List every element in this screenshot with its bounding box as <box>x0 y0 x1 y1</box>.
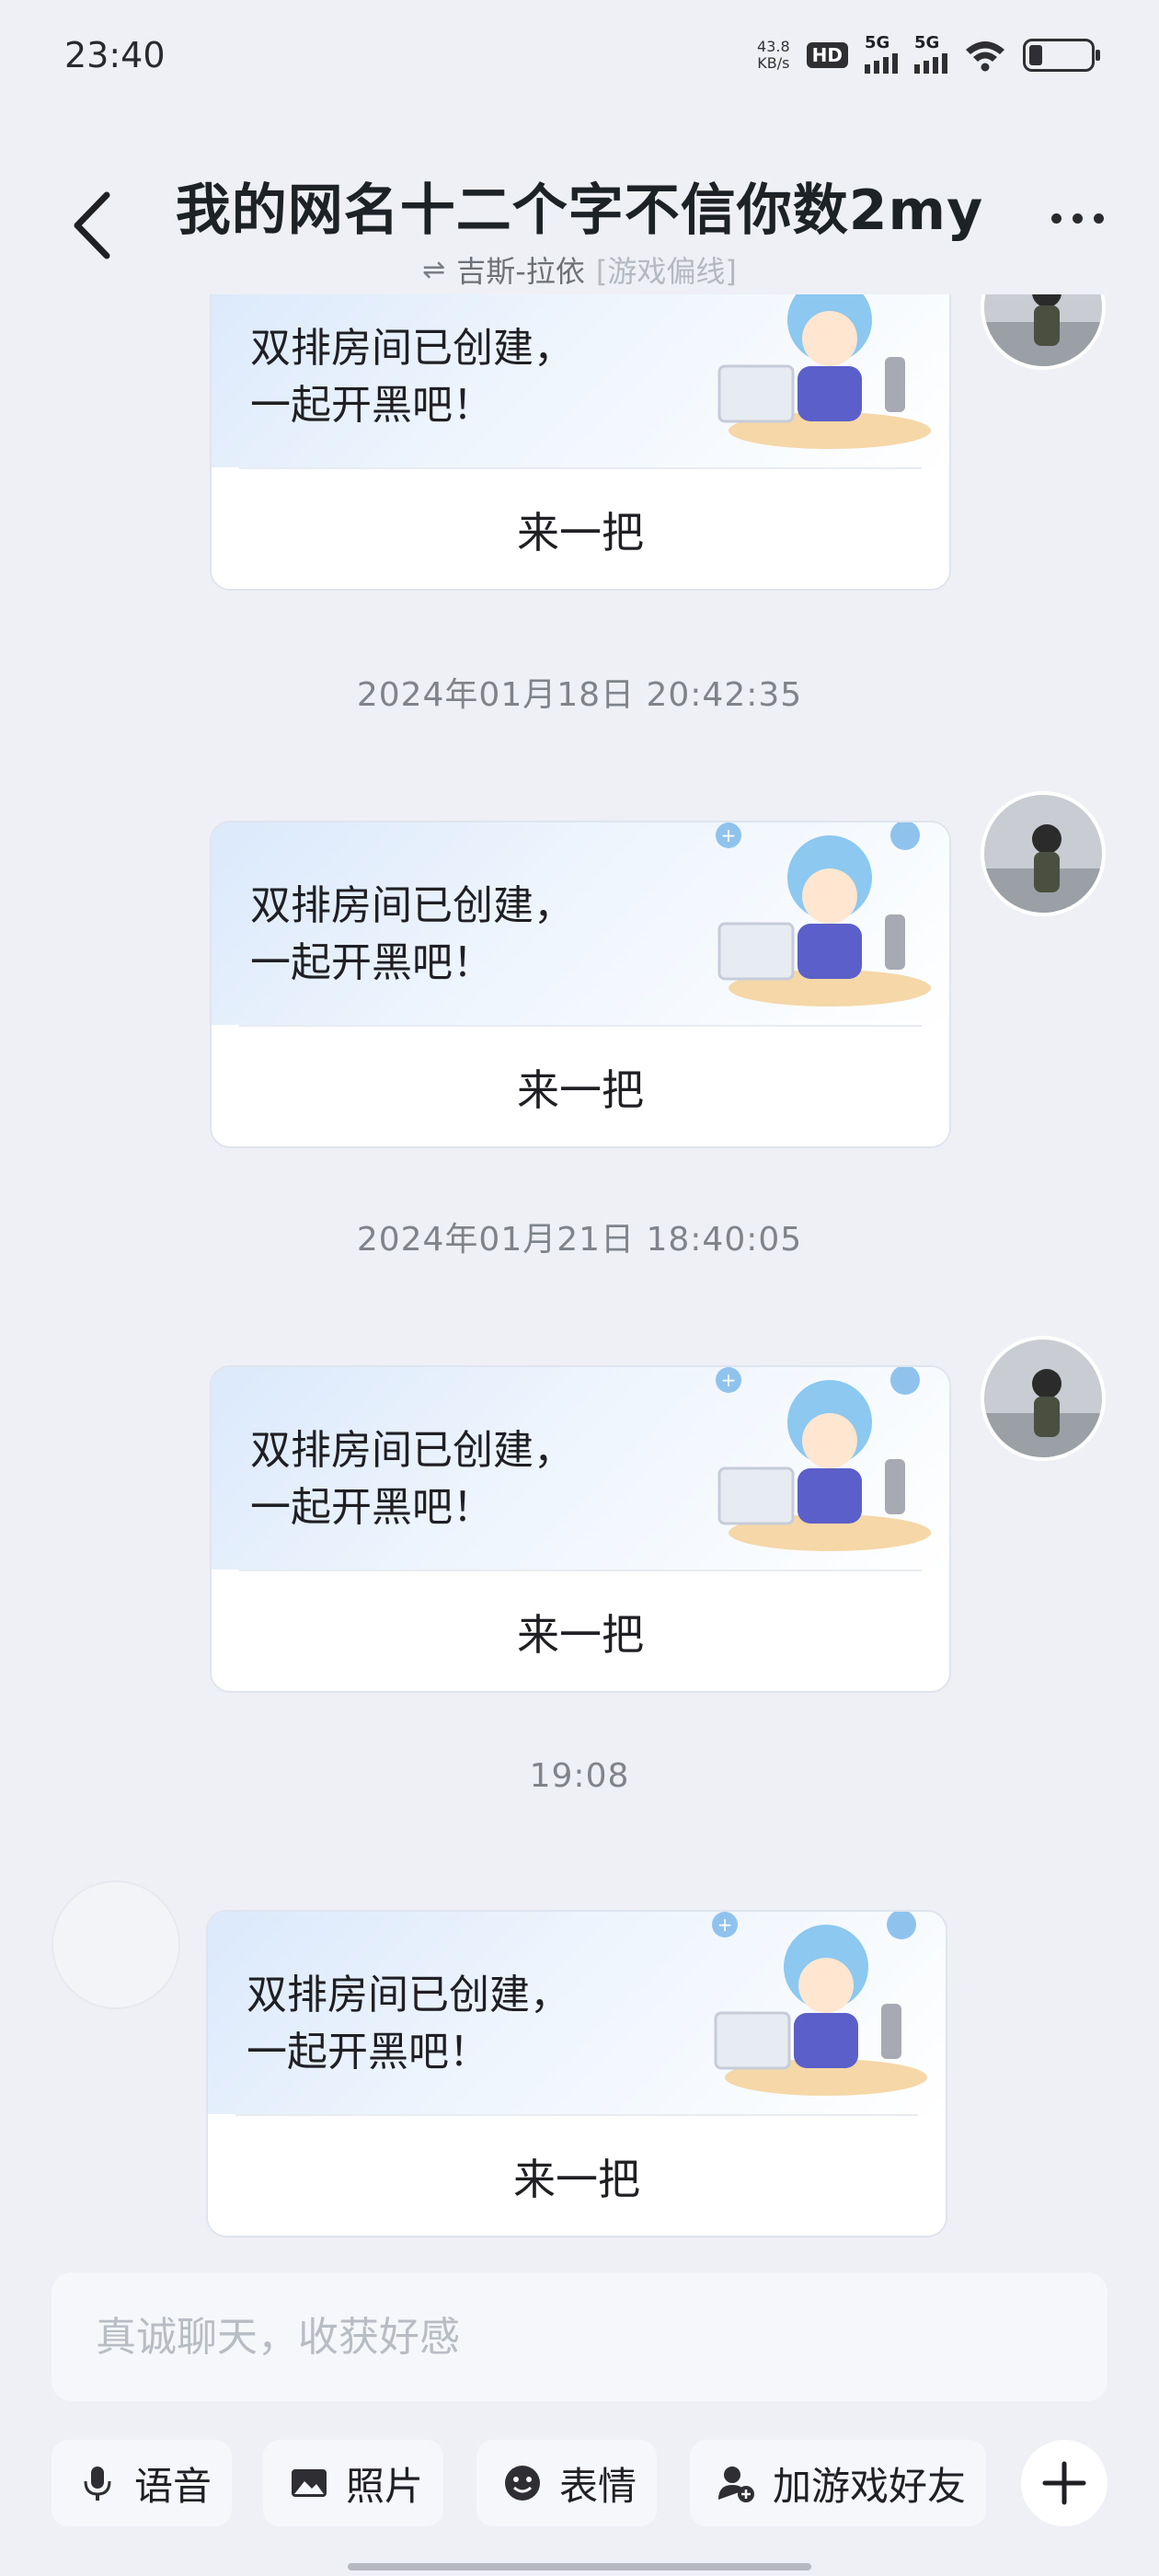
timestamp: 2024年01月21日 18:40:05 <box>356 1221 803 1259</box>
photo-label: 照片 <box>346 2463 424 2509</box>
character-illustration: + <box>712 1912 927 2096</box>
emoji-button[interactable]: 表情 <box>476 2440 657 2526</box>
add-game-friend-button[interactable]: 加游戏好友 <box>690 2440 986 2526</box>
avatar[interactable] <box>981 1336 1106 1461</box>
room-invite-card: + 双排房间已创建， 一起开黑吧！ 来一把 <box>206 1910 947 2237</box>
add-friend-icon <box>718 2467 754 2502</box>
photo-button[interactable]: 照片 <box>263 2440 443 2526</box>
character-illustration: + <box>716 822 931 1006</box>
room-invite-card: + 双排房间已创建， 一起开黑吧！ 来一把 <box>210 821 951 1148</box>
card-message-text: 双排房间已创建， 一起开黑吧！ <box>250 1427 574 1531</box>
avatar-image <box>984 294 1102 366</box>
card-message-text: 双排房间已创建， 一起开黑吧！ <box>247 1972 570 2076</box>
cellular-signal-icon: 5G <box>865 33 898 74</box>
voice-button[interactable]: 语音 <box>52 2440 232 2526</box>
avatar-image <box>984 795 1102 913</box>
plus-icon <box>1042 2461 1086 2505</box>
timestamp: 19:08 <box>529 1757 630 1795</box>
avatar[interactable] <box>981 791 1106 916</box>
chat-list[interactable]: 双排房间已创建， 一起开黑吧！ 来一把 2024年01月18日 20:42:35… <box>0 294 1159 2263</box>
chat-toolbar: 语音 照片 表情 加游戏好友 <box>52 2440 1107 2526</box>
room-invite-card: + 双排房间已创建， 一起开黑吧！ 来一把 <box>210 1365 951 1693</box>
home-indicator[interactable] <box>348 2563 811 2570</box>
more-dots-icon[interactable] <box>1051 213 1104 224</box>
status-time: 23:40 <box>64 35 166 75</box>
battery-icon <box>1023 39 1100 72</box>
room-invite-card: 双排房间已创建， 一起开黑吧！ 来一把 <box>210 294 951 591</box>
hd-icon: HD <box>806 42 848 68</box>
join-room-button[interactable]: 来一把 <box>212 469 949 589</box>
cellular-signal-icon-2: 5G <box>914 33 947 74</box>
chat-header: 我的网名十二个字不信你数2my ⇌ 吉斯-拉依 [游戏偏线] <box>0 147 1159 304</box>
timestamp: 2024年01月18日 20:42:35 <box>356 676 803 714</box>
card-message-text: 双排房间已创建， 一起开黑吧！ <box>250 882 574 986</box>
card-message-text: 双排房间已创建， 一起开黑吧！ <box>250 325 574 429</box>
svg-text:+: + <box>721 824 737 846</box>
swap-icon: ⇌ <box>422 253 446 286</box>
svg-text:+: + <box>721 1369 737 1391</box>
add-friend-label: 加游戏好友 <box>773 2463 967 2509</box>
status-icons: 43.8 KB/s HD 5G 5G <box>757 33 1100 74</box>
game-subtitle[interactable]: ⇌ 吉斯-拉依 [游戏偏线] <box>0 248 1159 291</box>
microphone-icon <box>84 2467 111 2501</box>
message-input-container <box>52 2272 1107 2401</box>
emoji-label: 表情 <box>559 2463 637 2509</box>
status-bar: 23:40 43.8 KB/s HD 5G 5G <box>0 0 1159 110</box>
join-room-button[interactable]: 来一把 <box>212 1027 949 1146</box>
character-illustration: + <box>716 1367 931 1551</box>
voice-label: 语音 <box>134 2463 212 2509</box>
page-title: 我的网名十二个字不信你数2my <box>175 178 984 243</box>
message-input[interactable] <box>52 2272 1107 2401</box>
join-room-button[interactable]: 来一把 <box>208 2116 946 2236</box>
avatar[interactable] <box>981 294 1106 370</box>
more-actions-button[interactable] <box>1021 2440 1107 2526</box>
svg-text:+: + <box>717 1914 733 1936</box>
network-speed: 43.8 KB/s <box>757 38 790 72</box>
wifi-icon <box>966 41 1004 72</box>
avatar-placeholder[interactable] <box>52 1880 180 2009</box>
image-icon <box>292 2469 327 2497</box>
emoji-icon <box>505 2466 540 2501</box>
character-illustration <box>717 294 931 449</box>
avatar-image <box>984 1340 1102 1457</box>
join-room-button[interactable]: 来一把 <box>212 1571 949 1691</box>
game-server-tag: [游戏偏线] <box>595 254 737 289</box>
game-server-name: 吉斯-拉依 <box>456 254 585 289</box>
